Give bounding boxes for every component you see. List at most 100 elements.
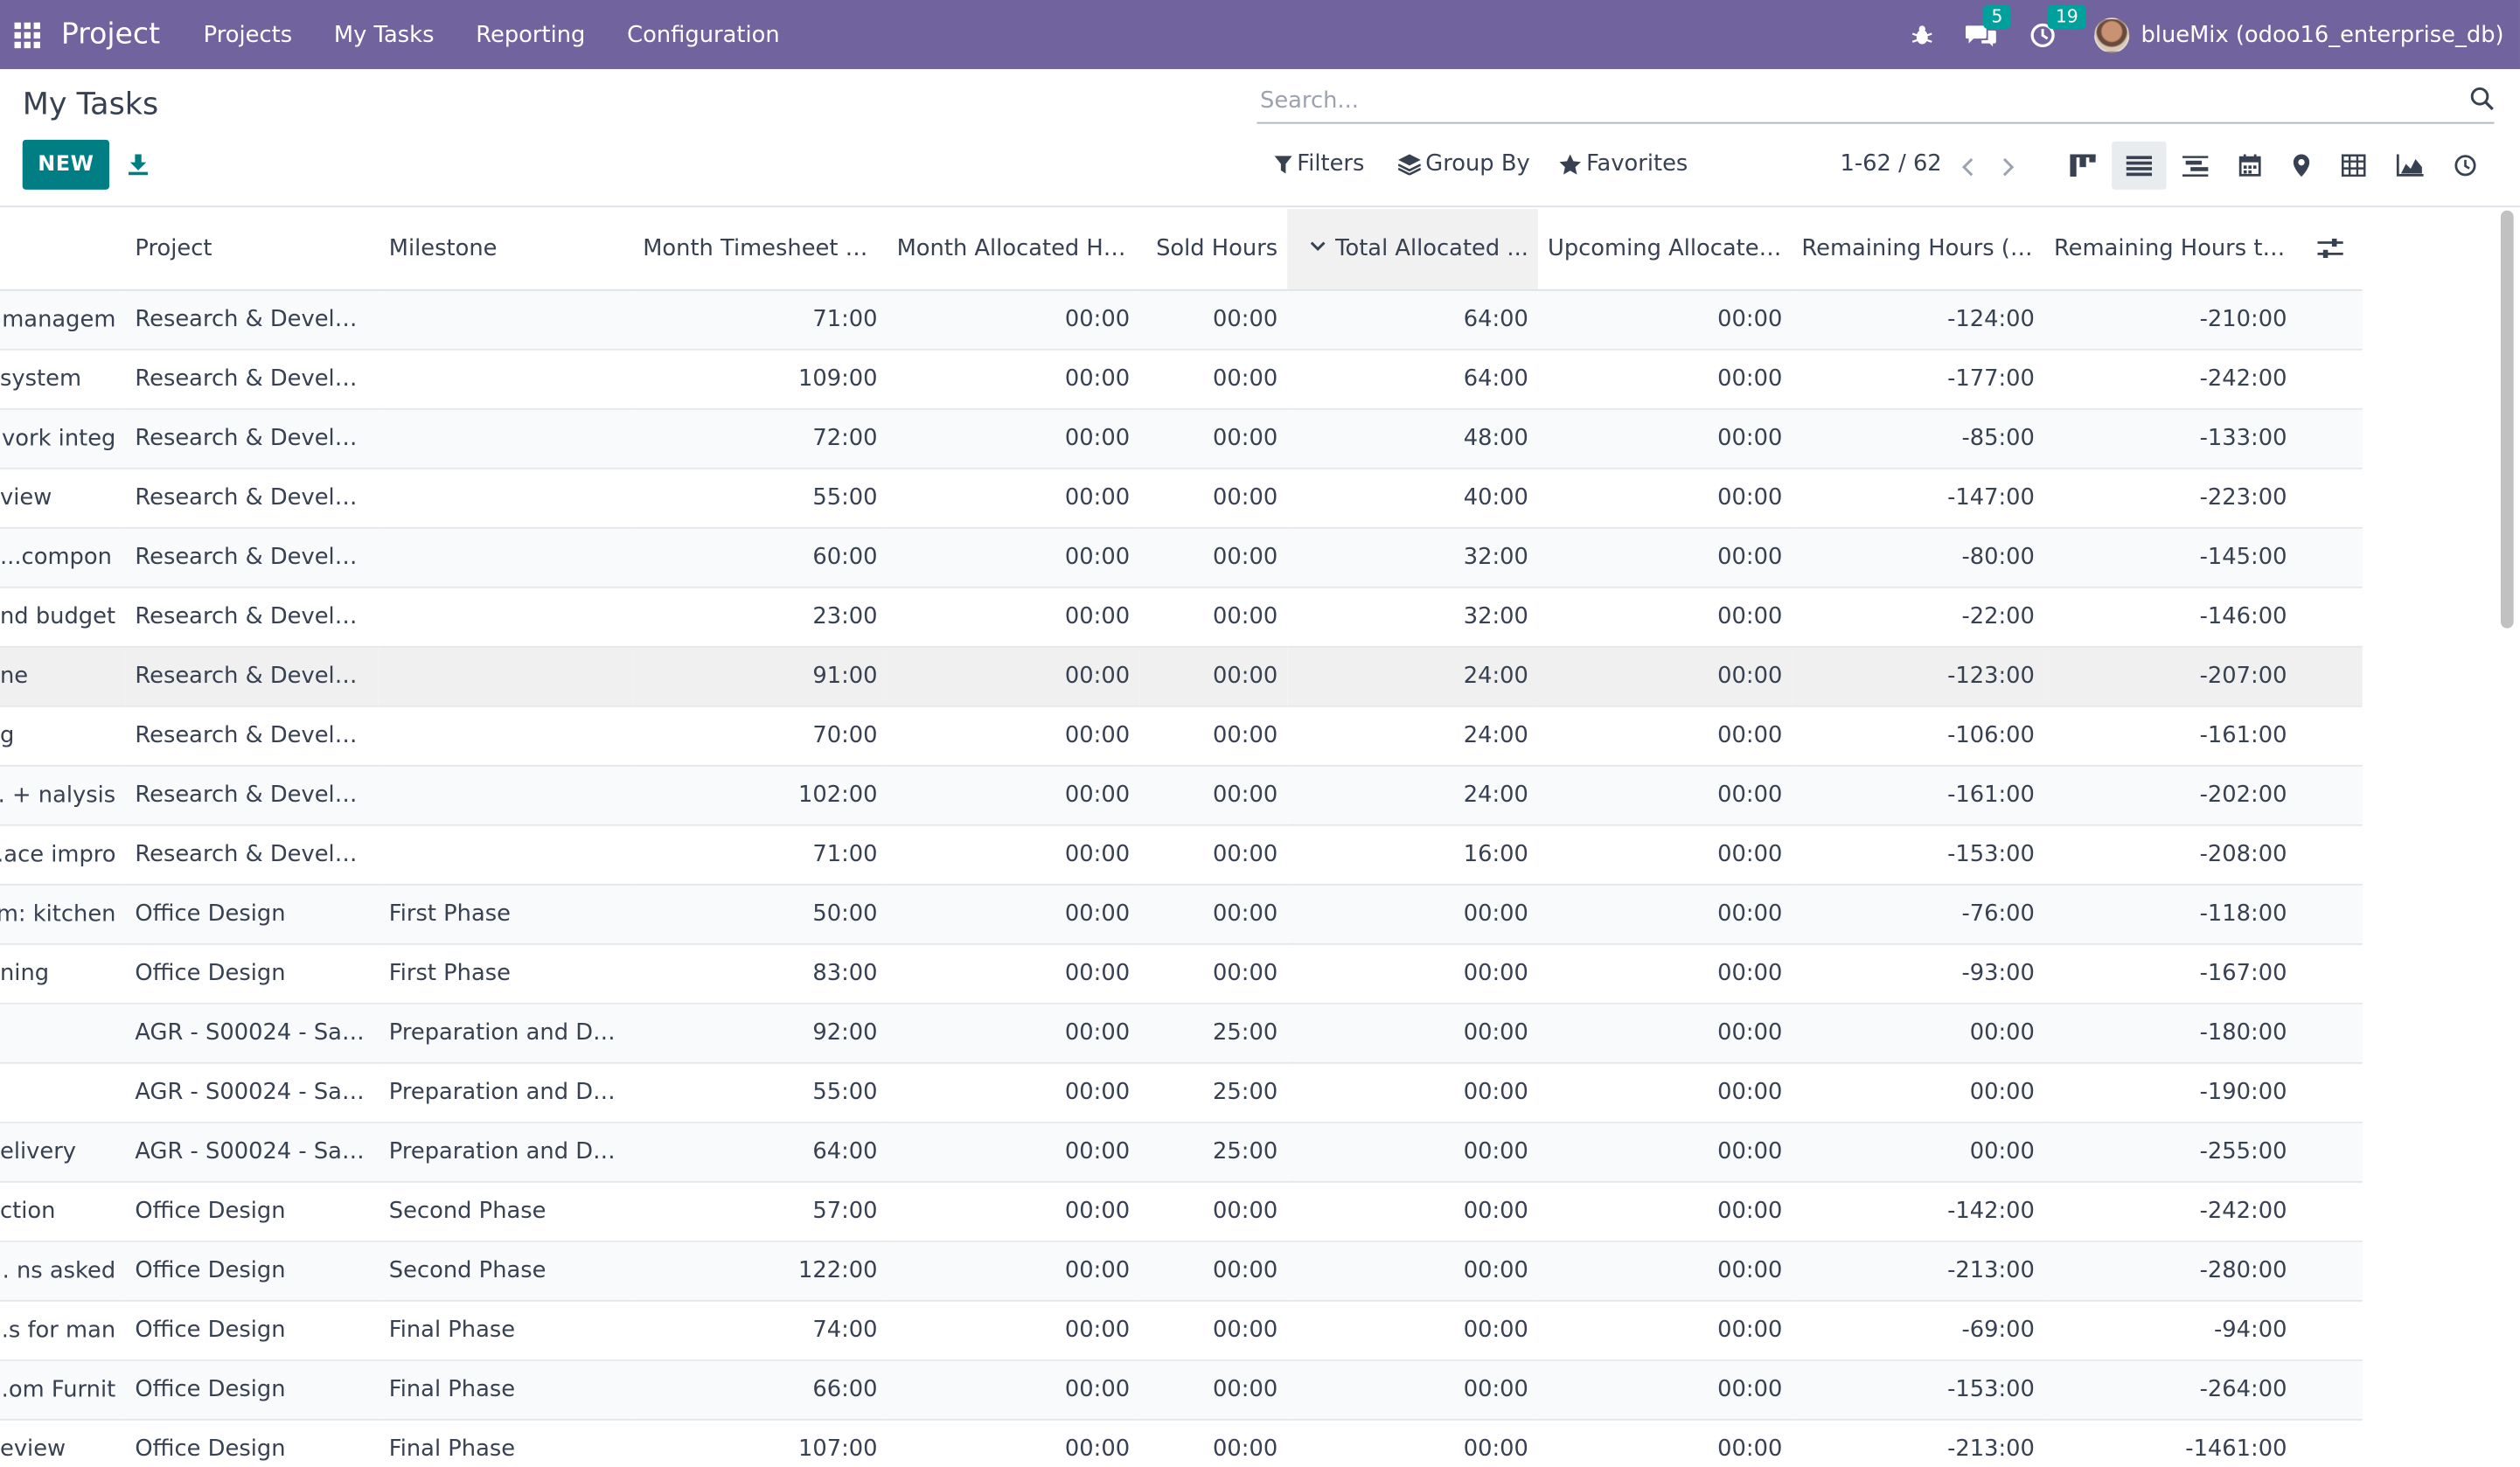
row-upcoming-allocated: 00:00 xyxy=(1537,942,1793,1004)
table-row[interactable]: ace impro...Research & Develop...71:0000… xyxy=(0,824,2363,885)
header-project[interactable]: Project xyxy=(125,208,379,290)
table-row[interactable]: ction Office Design Second Phase 57:00 00:00… xyxy=(0,1180,2363,1241)
table-row[interactable]: ning Office Design First Phase 83:00 00:00 00… xyxy=(0,942,2363,1004)
header-milestone[interactable]: Milestone xyxy=(379,208,634,290)
row-remaining-hours-to: -207:00 xyxy=(2043,645,2297,706)
header-month-timesheet-hours[interactable]: Month Timesheet H... xyxy=(633,208,888,290)
table-row[interactable]: om Furnit...Office DesignFinal Phase66:0… xyxy=(0,1359,2363,1420)
menu-projects[interactable]: Projects xyxy=(183,22,313,47)
row-month-timesheet-hours: 71:00 xyxy=(633,289,888,350)
download-icon[interactable] xyxy=(127,151,150,182)
header-remaining-hours-planned[interactable]: Remaining Hours (Pl... xyxy=(1792,208,2044,290)
table-row[interactable]: managem...Research & Develop...71:0000:0… xyxy=(0,289,2363,350)
table-row[interactable]: nd budget Research & Develop... 23:00 00:00… xyxy=(0,586,2363,647)
table-row[interactable]: s for man...Office DesignFinal Phase74:0… xyxy=(0,1299,2363,1360)
row-spacer xyxy=(2296,764,2363,825)
gantt-view-icon[interactable] xyxy=(2168,142,2222,190)
list-view-icon[interactable] xyxy=(2112,141,2167,190)
row-sold-hours: 25:00 xyxy=(1139,1002,1288,1063)
row-remaining-hours-to: -208:00 xyxy=(2043,824,2297,885)
debug-bug-icon[interactable] xyxy=(1911,24,1934,46)
row-month-timesheet-hours: 107:00 xyxy=(633,1418,888,1467)
table-row[interactable]: AGR - S00024 - Sale... Preparation and De… xyxy=(0,1061,2363,1123)
table-row[interactable]: vork integ...Research & Develop...72:000… xyxy=(0,407,2363,469)
row-task-name xyxy=(0,1061,126,1123)
row-task-name: ace impro... xyxy=(0,824,126,885)
row-task-name: ction xyxy=(0,1180,126,1241)
sort-desc-chevron-icon xyxy=(1310,241,1326,251)
pivot-view-icon[interactable] xyxy=(2326,142,2380,190)
table-row[interactable]: AGR - S00024 - Sale... Preparation and De… xyxy=(0,1002,2363,1063)
row-sold-hours: 00:00 xyxy=(1139,1240,1288,1301)
table-row[interactable]: ne Research & Develop... 91:00 00:00 00:00 24… xyxy=(0,645,2363,706)
pager-previous-icon[interactable] xyxy=(1960,153,1976,184)
table-row[interactable]: eview Office Design Final Phase 107:00 00:00… xyxy=(0,1418,2363,1467)
vertical-scrollbar[interactable] xyxy=(2500,210,2514,629)
map-view-icon[interactable] xyxy=(2274,142,2329,190)
messages-icon[interactable]: 5 xyxy=(1966,3,2011,47)
table-row[interactable]: nalysis + ...Research & Develop... 102:00… xyxy=(0,764,2363,825)
row-task-name: view xyxy=(0,467,126,528)
row-month-timesheet-hours: 83:00 xyxy=(633,942,888,1004)
row-month-allocated-hours: 00:00 xyxy=(887,764,1140,825)
graph-view-icon[interactable] xyxy=(2382,142,2436,190)
group-by-button[interactable]: Group By xyxy=(1398,151,1530,177)
row-month-allocated-hours: 00:00 xyxy=(887,705,1140,766)
row-upcoming-allocated: 00:00 xyxy=(1537,705,1793,766)
row-remaining-hours-to: -167:00 xyxy=(2043,942,2297,1004)
calendar-view-icon[interactable] xyxy=(2223,142,2277,190)
app-brand[interactable]: Project xyxy=(61,17,160,52)
table-row[interactable]: ns asked ...Office DesignSecond Phase122… xyxy=(0,1240,2363,1301)
row-task-name: compon... xyxy=(0,526,126,587)
menu-my-tasks[interactable]: My Tasks xyxy=(313,22,455,47)
row-milestone: Second Phase xyxy=(379,1240,634,1301)
menu-configuration[interactable]: Configuration xyxy=(606,22,800,47)
activity-clock-icon[interactable]: 19 xyxy=(2030,3,2086,47)
row-remaining-hours-planned: -124:00 xyxy=(1792,289,2044,350)
group-by-label: Group By xyxy=(1425,150,1530,177)
row-remaining-hours-planned: -213:00 xyxy=(1792,1240,2044,1301)
row-remaining-hours-planned: 00:00 xyxy=(1792,1002,2044,1063)
table-row[interactable]: view Research & Develop... 55:00 00:00 00:00… xyxy=(0,467,2363,528)
activity-view-icon[interactable] xyxy=(2438,142,2492,190)
row-remaining-hours-planned: -161:00 xyxy=(1792,764,2044,825)
row-total-allocated-hours: 00:00 xyxy=(1287,1180,1538,1241)
table-row[interactable]: g Research & Develop... 70:00 00:00 00:00 24:… xyxy=(0,705,2363,766)
table-row[interactable]: elivery AGR - S00024 - Sale... Preparation… xyxy=(0,1121,2363,1182)
header-month-allocated-hours[interactable]: Month Allocated Ho... xyxy=(887,208,1140,290)
search-icon[interactable] xyxy=(2470,87,2495,117)
search-input[interactable] xyxy=(1257,87,2447,114)
row-remaining-hours-to: -255:00 xyxy=(2043,1121,2297,1182)
row-project: Research & Develop... xyxy=(125,645,379,706)
row-spacer xyxy=(2296,1299,2363,1360)
filters-button[interactable]: Filters xyxy=(1274,151,1364,177)
row-milestone xyxy=(379,586,634,647)
table-row[interactable]: m: kitchen Office Design First Phase 50:00 0… xyxy=(0,883,2363,944)
user-avatar[interactable] xyxy=(2094,17,2130,52)
pager-next-icon[interactable] xyxy=(1999,153,2015,184)
header-total-allocated-hours[interactable]: Total Allocated ... xyxy=(1287,208,1538,290)
kanban-view-icon[interactable] xyxy=(2056,142,2110,190)
new-button[interactable]: NEW xyxy=(22,139,109,190)
row-sold-hours: 00:00 xyxy=(1139,586,1288,647)
menu-reporting[interactable]: Reporting xyxy=(455,22,606,47)
optional-columns-toggle[interactable] xyxy=(2296,208,2363,290)
table-row[interactable]: compon... Research & Develop... 60:00 00:00… xyxy=(0,526,2363,587)
user-menu[interactable]: blueMix (odoo16_enterprise_db) xyxy=(2141,22,2503,47)
apps-menu-icon[interactable] xyxy=(0,0,54,69)
header-sold-hours[interactable]: Sold Hours xyxy=(1139,208,1288,290)
header-upcoming-allocated[interactable]: Upcoming Allocated... xyxy=(1537,208,1793,290)
favorites-button[interactable]: Favorites xyxy=(1559,151,1688,177)
row-spacer xyxy=(2296,1180,2363,1241)
header-task-name[interactable] xyxy=(0,208,126,290)
row-milestone: Final Phase xyxy=(379,1418,634,1467)
table-row[interactable]: system Research & Develop... 109:00 00:00 00… xyxy=(0,348,2363,409)
row-upcoming-allocated: 00:00 xyxy=(1537,1359,1793,1420)
header-remaining-hours-to[interactable]: Remaining Hours to ... xyxy=(2043,208,2297,290)
row-month-allocated-hours: 00:00 xyxy=(887,289,1140,350)
row-remaining-hours-planned: -142:00 xyxy=(1792,1180,2044,1241)
row-task-name: om Furnit... xyxy=(0,1359,126,1420)
row-month-allocated-hours: 00:00 xyxy=(887,407,1140,469)
pager-value[interactable]: 1-62 / 62 xyxy=(1841,151,1942,177)
row-project: AGR - S00024 - Sale... xyxy=(125,1002,379,1063)
